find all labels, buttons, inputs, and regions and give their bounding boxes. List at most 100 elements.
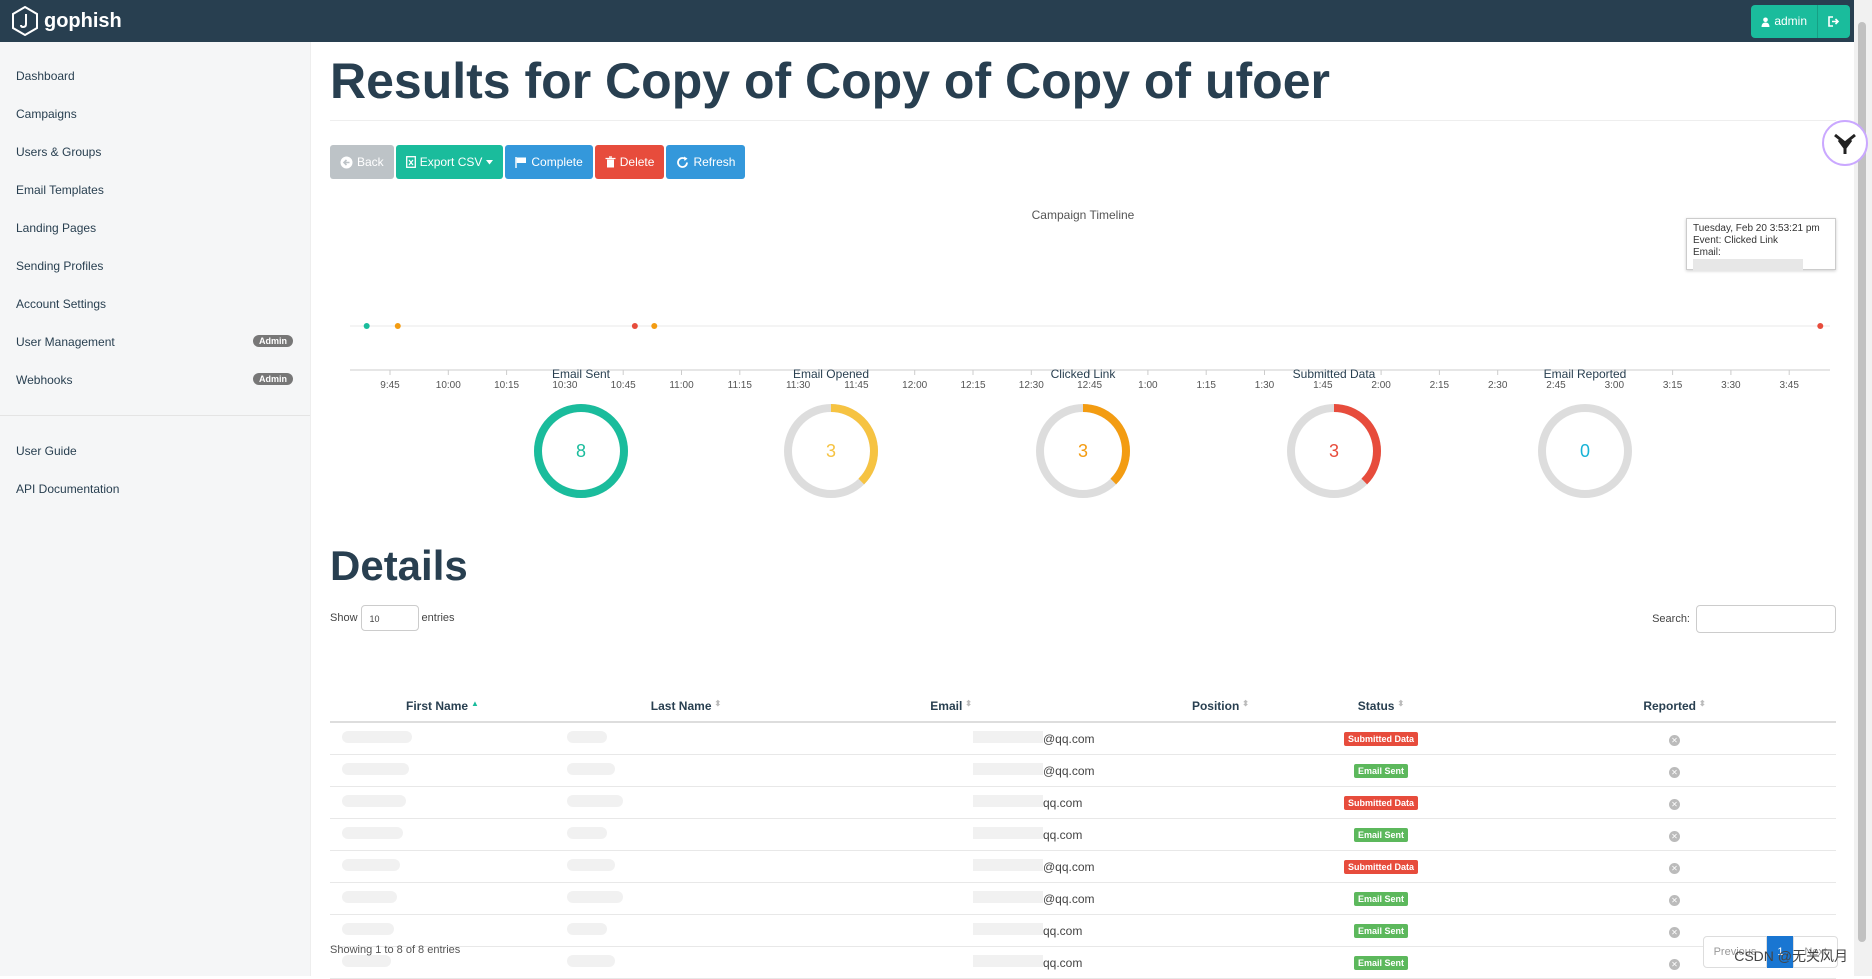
- redacted-last-name: [567, 923, 607, 935]
- redacted-email: [973, 923, 1043, 935]
- sort-icon: ⬍: [714, 699, 722, 708]
- timeline-tick-label: 3:45: [1779, 380, 1799, 390]
- assistant-logo-icon: [1834, 133, 1856, 154]
- floating-assistant-icon[interactable]: [1822, 120, 1868, 166]
- email-cell: @qq.com: [817, 850, 1249, 883]
- stat-label: Email Opened: [792, 367, 870, 381]
- back-label: Back: [357, 155, 384, 169]
- status-cell: Email Sent: [1249, 914, 1513, 947]
- refresh-label: Refresh: [693, 155, 736, 169]
- table-row[interactable]: qq.com Submitted Data ✕: [330, 786, 1836, 819]
- sidebar-item-email-templates[interactable]: Email Templates: [16, 183, 104, 197]
- timeline-event-point: [363, 323, 370, 329]
- refresh-icon: [677, 156, 689, 168]
- table-row[interactable]: @qq.com Email Sent ✕: [330, 754, 1836, 787]
- status-badge: Email Sent: [1353, 924, 1408, 938]
- col-last-name[interactable]: Last Name ⬍: [555, 678, 817, 723]
- flag-checkered-icon: [515, 157, 527, 168]
- col-reported[interactable]: Reported ⬍: [1513, 678, 1836, 723]
- brand-name: gophish: [44, 9, 122, 32]
- sort-icon: ⬍: [965, 699, 972, 708]
- email-domain: qq.com: [1043, 924, 1083, 938]
- last-name-cell: [555, 818, 817, 851]
- brand[interactable]: gophish: [12, 5, 122, 37]
- stat-email-sent: Email Sent 8: [481, 367, 681, 499]
- page-title: Results for Copy of Copy of Copy of ufoe…: [330, 53, 1330, 109]
- sidebar: Dashboard Campaigns Users & Groups Email…: [0, 42, 311, 976]
- redacted-first-name: [342, 955, 391, 967]
- stat-label: Email Reported: [1543, 367, 1627, 381]
- first-name-cell: [330, 914, 555, 947]
- email-reported-donut: 0: [1538, 404, 1632, 498]
- times-circle-icon: ✕: [1669, 830, 1680, 842]
- times-circle-icon: ✕: [1669, 734, 1680, 746]
- redacted-last-name: [567, 763, 615, 775]
- submitted-data-donut: 3: [1287, 404, 1381, 498]
- table-row[interactable]: qq.com Email Sent ✕: [330, 818, 1836, 851]
- status-cell: Email Sent: [1249, 882, 1513, 915]
- reported-cell: ✕: [1513, 850, 1836, 883]
- times-circle-icon: ✕: [1669, 766, 1680, 778]
- timeline-event-point: [1817, 323, 1824, 329]
- col-label: Status: [1357, 699, 1395, 713]
- admin-button[interactable]: admin: [1751, 5, 1817, 38]
- table-row[interactable]: @qq.com Submitted Data ✕: [330, 722, 1836, 755]
- delete-label: Delete: [619, 155, 655, 169]
- user-icon: [1761, 17, 1770, 27]
- col-first-name[interactable]: First Name ▲: [330, 678, 555, 723]
- status-cell: Submitted Data: [1249, 850, 1513, 883]
- table-info: Showing 1 to 8 of 8 entries: [330, 944, 461, 956]
- status-cell: Email Sent: [1249, 818, 1513, 851]
- search-input[interactable]: [1696, 605, 1836, 633]
- sidebar-item-dashboard[interactable]: Dashboard: [16, 69, 75, 83]
- redacted-last-name: [567, 827, 607, 839]
- table-row[interactable]: qq.com Email Sent ✕: [330, 914, 1836, 947]
- table-search: Search:: [1652, 605, 1836, 633]
- email-domain: @qq.com: [1043, 764, 1095, 778]
- table-row[interactable]: @qq.com Email Sent ✕: [330, 882, 1836, 915]
- email-cell: @qq.com: [817, 754, 1249, 787]
- last-name-cell: [555, 914, 817, 947]
- first-name-cell: [330, 786, 555, 819]
- trash-icon: [605, 156, 616, 168]
- col-position[interactable]: Position ⬍: [972, 678, 1249, 723]
- entries-select[interactable]: 10: [360, 605, 419, 631]
- table-row[interactable]: @qq.com Submitted Data ✕: [330, 850, 1836, 883]
- sidebar-item-api-documentation[interactable]: API Documentation: [16, 482, 119, 496]
- sidebar-item-users-groups[interactable]: Users & Groups: [16, 145, 101, 159]
- redacted-last-name: [567, 795, 623, 807]
- reported-cell: ✕: [1513, 818, 1836, 851]
- table-row[interactable]: qq.com Email Sent ✕: [330, 946, 1836, 979]
- first-name-cell: [330, 882, 555, 915]
- times-circle-icon: ✕: [1669, 798, 1680, 810]
- delete-button[interactable]: Delete: [594, 145, 665, 179]
- last-name-cell: [555, 946, 817, 979]
- email-domain: qq.com: [1043, 956, 1083, 970]
- stat-submitted-data: Submitted Data 3: [1234, 367, 1434, 499]
- complete-button[interactable]: Complete: [505, 145, 593, 179]
- sidebar-item-account-settings[interactable]: Account Settings: [16, 297, 106, 311]
- col-label: Reported: [1643, 699, 1696, 713]
- sidebar-item-webhooks[interactable]: Webhooks: [16, 373, 72, 387]
- sidebar-item-landing-pages[interactable]: Landing Pages: [16, 221, 96, 235]
- logout-button[interactable]: [1817, 5, 1850, 38]
- col-email[interactable]: Email ⬍: [817, 678, 972, 723]
- refresh-button[interactable]: Refresh: [666, 145, 746, 179]
- timeline-event-point: [394, 323, 401, 329]
- first-name-cell: [330, 818, 555, 851]
- export-csv-button[interactable]: Export CSV: [395, 145, 504, 179]
- stat-label: Submitted Data: [1292, 367, 1376, 381]
- sidebar-item-user-guide[interactable]: User Guide: [16, 444, 77, 458]
- sidebar-item-user-management[interactable]: User Management: [16, 335, 115, 349]
- col-status[interactable]: Status ⬍: [1249, 678, 1513, 723]
- tooltip-event: Event: Clicked Link: [1693, 235, 1779, 246]
- last-name-cell: [555, 882, 817, 915]
- campaign-timeline-chart[interactable]: 9:45 10:00 10:15 10:30 10:45 11:00 11:15 11:30 1…: [330, 210, 1836, 390]
- redacted-first-name: [342, 827, 403, 839]
- col-label: Position: [1191, 699, 1240, 713]
- sidebar-item-campaigns[interactable]: Campaigns: [16, 107, 77, 121]
- back-button[interactable]: Back: [330, 145, 394, 179]
- sidebar-item-sending-profiles[interactable]: Sending Profiles: [16, 259, 103, 273]
- sort-asc-icon: ▲: [471, 699, 479, 708]
- first-name-cell: [330, 850, 555, 883]
